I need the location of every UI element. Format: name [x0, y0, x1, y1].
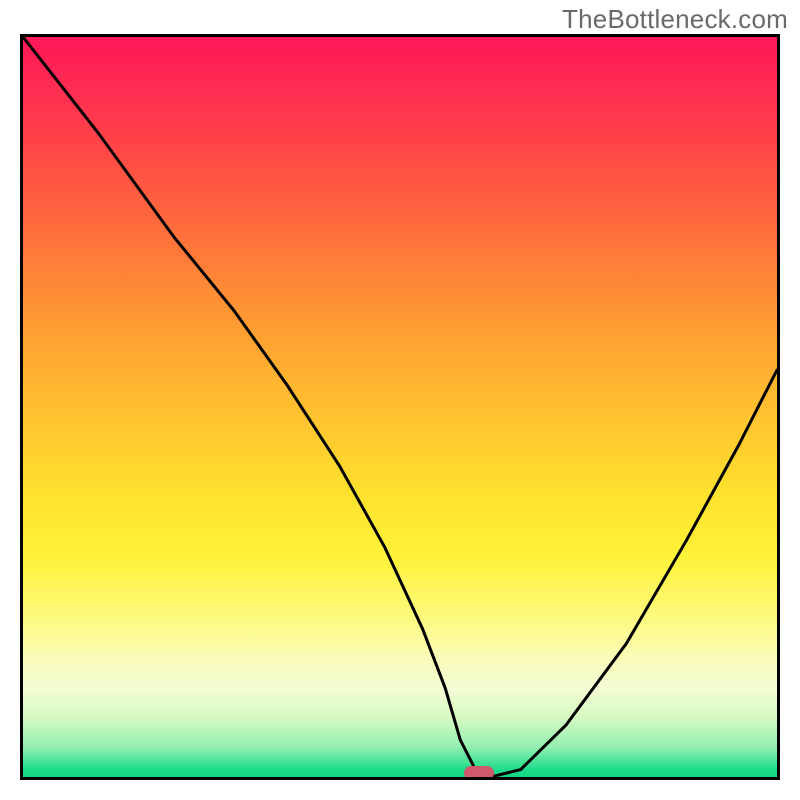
- chart-frame: TheBottleneck.com: [0, 0, 800, 800]
- watermark-text: TheBottleneck.com: [562, 4, 788, 35]
- plot-area: [20, 34, 780, 780]
- bottleneck-curve: [23, 37, 777, 777]
- optimal-point-marker: [464, 766, 494, 780]
